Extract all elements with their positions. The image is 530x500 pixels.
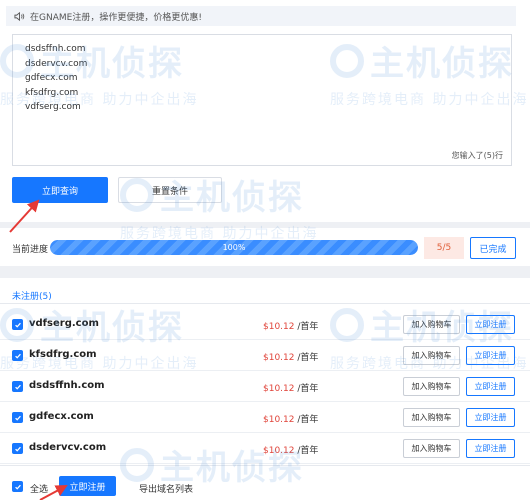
table-row: gdfecx.com $10.12 /首年 加入购物车 立即注册 [0,402,530,433]
check-icon [14,415,21,421]
price-unit: /首年 [297,322,319,332]
domain-textarea[interactable]: dsdsffnh.com dsdervcv.com gdfecx.com kfs… [12,34,512,166]
price-amount: $10.12 [263,353,295,363]
price-amount: $10.12 [263,322,295,332]
add-to-cart-button[interactable]: 加入购物车 [403,439,460,458]
add-to-cart-button[interactable]: 加入购物车 [403,346,460,365]
divider [0,303,530,304]
domain-name: gdfecx.com [29,411,94,422]
price-amount: $10.12 [263,415,295,425]
progress-percent: 100% [222,243,246,252]
add-to-cart-button[interactable]: 加入购物车 [403,408,460,427]
check-icon [14,484,21,490]
check-icon [14,446,21,452]
speaker-icon [14,11,25,21]
textarea-line: dsdervcv.com [25,58,88,69]
row-checkbox[interactable] [12,412,23,423]
price: $10.12 /首年 [263,319,318,332]
add-to-cart-button[interactable]: 加入购物车 [403,315,460,334]
register-button[interactable]: 立即注册 [466,439,515,458]
row-checkbox[interactable] [12,381,23,392]
domain-name: dsdervcv.com [29,442,107,453]
price: $10.12 /首年 [263,443,318,456]
query-button[interactable]: 立即查询 [12,177,108,203]
divider [0,465,530,466]
check-icon [14,353,21,359]
textarea-line: gdfecx.com [25,73,78,83]
register-button[interactable]: 立即注册 [466,346,515,365]
notice-text: 在GNAME注册，操作更便捷，价格更优惠! [30,12,202,23]
price-unit: /首年 [297,353,319,363]
progress-label: 当前进度 [12,245,49,255]
price-unit: /首年 [297,446,319,456]
textarea-line: vdfserg.com [25,102,81,112]
export-list-link[interactable]: 导出域名列表 [139,482,193,495]
register-button[interactable]: 立即注册 [466,315,515,334]
price-amount: $10.12 [263,446,295,456]
check-icon [14,384,21,390]
table-row: vdfserg.com $10.12 /首年 加入购物车 立即注册 [0,309,530,340]
price: $10.12 /首年 [263,412,318,425]
done-button[interactable]: 已完成 [470,237,516,259]
progress-bar: 100% [50,240,418,255]
price: $10.12 /首年 [263,350,318,363]
domain-name: dsdsffnh.com [29,380,105,391]
register-button[interactable]: 立即注册 [466,408,515,427]
textarea-line: dsdsffnh.com [25,44,86,54]
textarea-line: kfsdfrg.com [25,87,79,98]
notice-bar: 在GNAME注册，操作更便捷，价格更优惠! [6,6,516,26]
select-all-checkbox[interactable] [12,481,23,492]
register-button[interactable]: 立即注册 [466,377,515,396]
price: $10.12 /首年 [263,381,318,394]
domain-name: kfsdfrg.com [29,349,97,360]
domain-name: vdfserg.com [29,318,99,329]
add-to-cart-button[interactable]: 加入购物车 [403,377,460,396]
price-amount: $10.12 [263,384,295,394]
unregistered-tab[interactable]: 未注册(5) [12,289,52,302]
price-unit: /首年 [297,384,319,394]
select-all-label[interactable]: 全选 [30,482,48,495]
table-row: dsdsffnh.com $10.12 /首年 加入购物车 立即注册 [0,371,530,402]
price-unit: /首年 [297,415,319,425]
row-checkbox[interactable] [12,350,23,361]
table-row: kfsdfrg.com $10.12 /首年 加入购物车 立即注册 [0,340,530,371]
row-checkbox[interactable] [12,443,23,454]
register-selected-button[interactable]: 立即注册 [59,476,116,496]
check-icon [14,322,21,328]
row-checkbox[interactable] [12,319,23,330]
progress-count: 5/5 [424,237,464,259]
table-row: dsdervcv.com $10.12 /首年 加入购物车 立即注册 [0,433,530,464]
reset-button[interactable]: 重置条件 [118,177,222,203]
line-counter: 您输入了(5)行 [451,151,503,160]
